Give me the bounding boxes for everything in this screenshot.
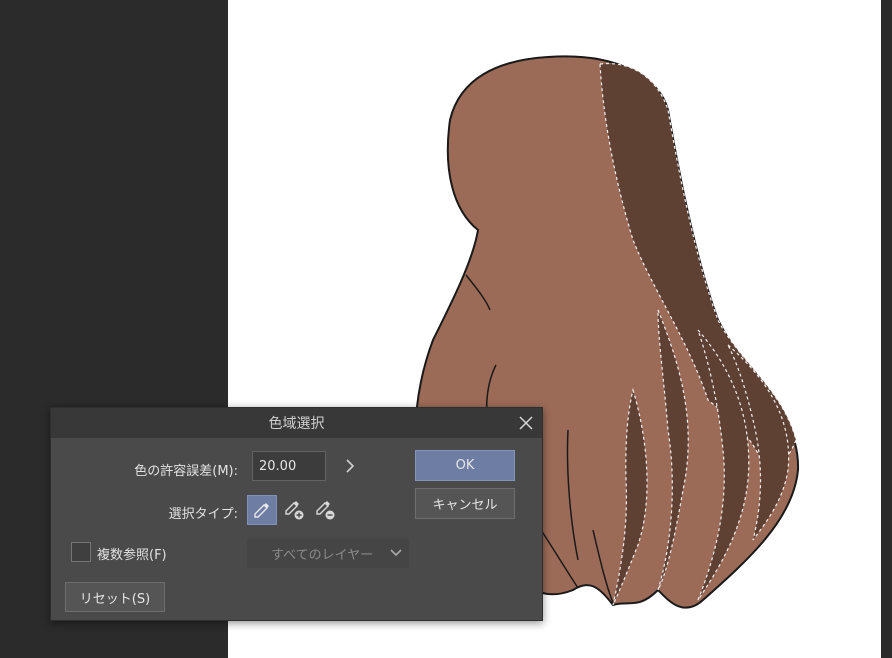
tolerance-slider-expand-button[interactable] bbox=[341, 454, 359, 478]
reference-layer-value: すべてのレイヤー bbox=[271, 547, 374, 563]
select-type-new-button[interactable] bbox=[247, 495, 277, 525]
right-panel-edge bbox=[881, 0, 892, 658]
select-type-label: 選択タイプ: bbox=[168, 507, 238, 522]
color-range-dialog: 色域選択 色の許容誤差(M): 選択タイプ: bbox=[50, 407, 543, 621]
reset-button[interactable]: リセット(S) bbox=[65, 582, 165, 612]
dialog-title: 色域選択 bbox=[268, 416, 325, 432]
select-type-remove-button[interactable] bbox=[310, 495, 340, 525]
multi-reference-checkbox[interactable] bbox=[71, 542, 91, 562]
chevron-right-icon bbox=[346, 459, 355, 473]
ok-button[interactable]: OK bbox=[415, 450, 515, 481]
cancel-button[interactable]: キャンセル bbox=[415, 488, 515, 519]
dialog-titlebar[interactable]: 色域選択 bbox=[51, 408, 542, 438]
eyedropper-icon bbox=[254, 503, 269, 518]
tolerance-label: 色の許容誤差(M): bbox=[134, 464, 238, 479]
close-icon bbox=[519, 416, 533, 430]
reference-layer-select: すべてのレイヤー bbox=[247, 538, 409, 568]
eyedropper-remove-icon bbox=[316, 501, 335, 520]
select-type-add-button[interactable] bbox=[279, 495, 309, 525]
tolerance-input[interactable] bbox=[252, 451, 326, 481]
chevron-down-icon bbox=[390, 549, 402, 557]
eyedropper-add-icon bbox=[285, 501, 304, 520]
close-button[interactable] bbox=[516, 413, 536, 433]
multi-reference-label: 複数参照(F) bbox=[97, 548, 167, 563]
